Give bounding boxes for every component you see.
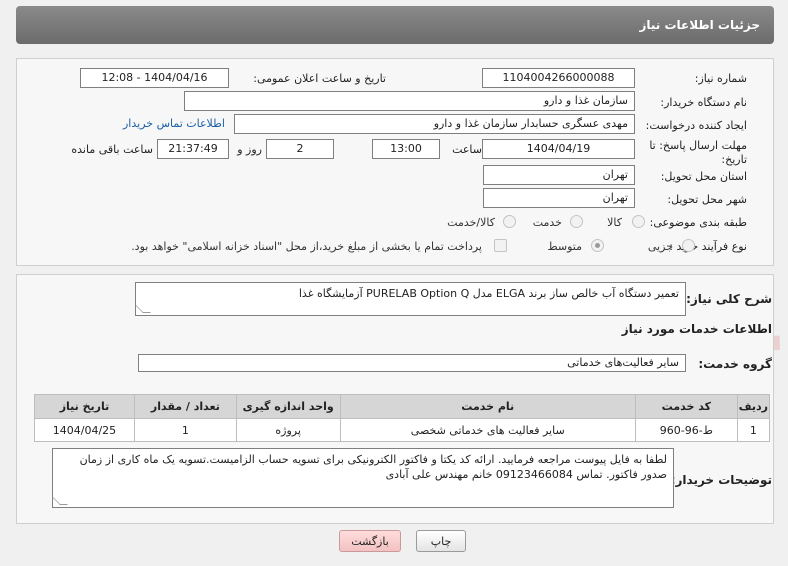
- need-number-label: شماره نیاز:: [694, 72, 747, 85]
- deadline-date-field: 1404/04/19: [482, 139, 635, 159]
- treasury-payment-note: پرداخت تمام یا بخشی از مبلغ خرید،از محل …: [131, 240, 482, 253]
- summary-textarea[interactable]: تعمیر دستگاه آب خالص ساز برند ELGA مدل P…: [135, 282, 686, 316]
- services-table-header: ردیف کد خدمت نام خدمت واحد اندازه گیری ت…: [34, 394, 771, 419]
- buyer-org-field: سازمان غذا و دارو: [184, 91, 635, 111]
- table-row: 1 ط-96-960 سایر فعالیت های خدماتی شخصی پ…: [34, 418, 771, 442]
- city-field: تهران: [483, 188, 635, 208]
- print-button[interactable]: چاپ: [416, 530, 466, 552]
- deadline-label-date: تاریخ:: [721, 153, 747, 166]
- buyer-notes-textarea[interactable]: لطفا به فایل پیوست مراجعه فرمایید. ارائه…: [52, 448, 674, 508]
- announce-datetime-field: 1404/04/16 - 12:08: [80, 68, 229, 88]
- days-remaining-field: 2: [266, 139, 334, 159]
- services-table: ردیف کد خدمت نام خدمت واحد اندازه گیری ت…: [34, 394, 771, 442]
- announce-label: تاریخ و ساعت اعلان عمومی:: [253, 72, 386, 85]
- buyer-org-label: نام دستگاه خریدار:: [660, 96, 747, 109]
- deadline-time-label: ساعت: [452, 143, 482, 156]
- province-label: استان محل تحویل:: [660, 170, 747, 183]
- col-need-date: تاریخ نیاز: [34, 394, 135, 419]
- category-service-label: خدمت: [532, 216, 562, 229]
- col-unit: واحد اندازه گیری: [235, 394, 341, 419]
- need-info-panel: [16, 58, 774, 266]
- col-service-name: نام خدمت: [339, 394, 636, 419]
- province-field: تهران: [483, 165, 635, 185]
- category-label: طبقه بندی موضوعی:: [649, 216, 747, 229]
- cell-service-name: سایر فعالیت های خدماتی شخصی: [339, 418, 636, 442]
- category-goods-radio[interactable]: [632, 215, 645, 228]
- remaining-time-field: 21:37:49: [157, 139, 229, 159]
- days-label: روز و: [237, 143, 262, 156]
- process-minor-radio[interactable]: [682, 239, 695, 252]
- remaining-time-label: ساعت باقی مانده: [71, 143, 153, 156]
- resize-grip-icon[interactable]: [135, 305, 151, 313]
- service-group-label: گروه خدمت:: [698, 357, 772, 371]
- category-service-radio[interactable]: [570, 215, 583, 228]
- back-button[interactable]: بازگشت: [339, 530, 401, 552]
- resize-grip-icon[interactable]: [52, 497, 68, 505]
- category-goods-service-label: کالا/خدمت: [447, 216, 495, 229]
- category-goods-service-radio[interactable]: [503, 215, 516, 228]
- buyer-notes-label: توضیحات خریدار:: [670, 473, 772, 487]
- deadline-label: مهلت ارسال پاسخ: تا: [649, 139, 747, 152]
- col-quantity: تعداد / مقدار: [133, 394, 237, 419]
- process-minor-label: جزیی: [647, 240, 673, 253]
- treasury-payment-checkbox[interactable]: [494, 239, 507, 252]
- cell-need-date: 1404/04/25: [34, 418, 135, 442]
- service-group-field: سایر فعالیت‌های خدماتی: [138, 354, 686, 372]
- process-medium-radio[interactable]: [591, 239, 604, 252]
- city-label: شهر محل تحویل:: [667, 193, 747, 206]
- cell-unit: پروژه: [235, 418, 341, 442]
- buyer-contact-link[interactable]: اطلاعات تماس خریدار: [123, 117, 225, 130]
- services-section-title: اطلاعات خدمات مورد نیاز: [621, 322, 772, 336]
- col-service-code: کد خدمت: [634, 394, 738, 419]
- page-title: جزئیات اطلاعات نیاز: [639, 18, 760, 32]
- process-medium-label: متوسط: [547, 240, 582, 253]
- page-header: جزئیات اطلاعات نیاز: [16, 6, 774, 44]
- requester-field: مهدی عسگری حسابدار سازمان غذا و دارو: [234, 114, 635, 134]
- cell-quantity: 1: [133, 418, 237, 442]
- buyer-notes-text: لطفا به فایل پیوست مراجعه فرمایید. ارائه…: [79, 453, 667, 481]
- category-goods-label: کالا: [607, 216, 622, 229]
- requester-label: ایجاد کننده درخواست:: [645, 119, 747, 132]
- summary-text: تعمیر دستگاه آب خالص ساز برند ELGA مدل P…: [298, 287, 679, 300]
- need-number-field: 1104004266000088: [482, 68, 635, 88]
- cell-row-number: 1: [736, 418, 771, 442]
- deadline-time-field: 13:00: [372, 139, 440, 159]
- col-row-number: ردیف: [736, 394, 771, 419]
- summary-label: شرح کلی نیاز:: [686, 292, 772, 306]
- cell-service-code: ط-96-960: [634, 418, 738, 442]
- process-type-label: نوع فرآیند خرید :: [669, 240, 747, 253]
